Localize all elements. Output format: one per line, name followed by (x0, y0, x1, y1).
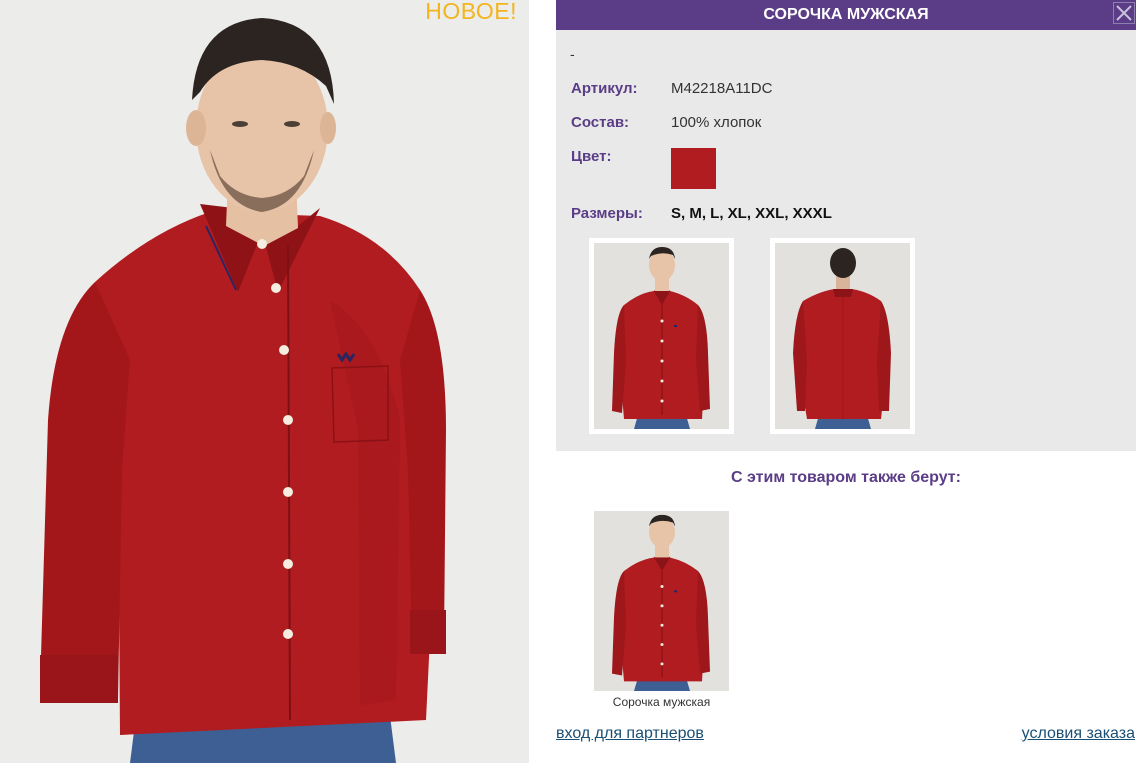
new-badge: НОВОЕ! (425, 0, 517, 24)
related-product-item[interactable]: Сорочка мужская (594, 511, 729, 709)
sizes-label: Размеры: (571, 205, 643, 222)
sizes-value: S, M, L, XL, XXL, XXXL (671, 205, 832, 222)
thumbnail-back-image (775, 243, 910, 429)
article-label: Артикул: (571, 80, 638, 97)
composition-value: 100% хлопок (671, 114, 762, 131)
product-subtitle: - (570, 46, 575, 62)
product-title-bar: СОРОЧКА МУЖСКАЯ (556, 0, 1136, 30)
main-product-photo[interactable]: НОВОЕ! (0, 0, 529, 763)
related-product-caption[interactable]: Сорочка мужская (594, 695, 729, 709)
partners-login-link[interactable]: вход для партнеров (556, 725, 704, 743)
thumbnail-front-view[interactable] (589, 238, 734, 434)
color-swatch[interactable] (671, 148, 716, 189)
article-value: M42218A11DC (671, 80, 773, 97)
model-wearing-shirt-illustration (0, 0, 529, 763)
product-title: СОРОЧКА МУЖСКАЯ (763, 6, 929, 23)
product-info-box: - Артикул: M42218A11DC Состав: 100% хлоп… (556, 30, 1136, 451)
color-label: Цвет: (571, 148, 612, 165)
close-icon (1116, 5, 1132, 21)
related-products-title: С этим товаром также берут: (731, 469, 961, 486)
thumbnail-front-image (594, 243, 729, 429)
close-button[interactable] (1113, 2, 1135, 24)
thumbnail-back-view[interactable] (770, 238, 915, 434)
related-product-image[interactable] (594, 511, 729, 691)
order-terms-link[interactable]: условия заказа (1022, 725, 1135, 743)
composition-label: Состав: (571, 114, 630, 131)
